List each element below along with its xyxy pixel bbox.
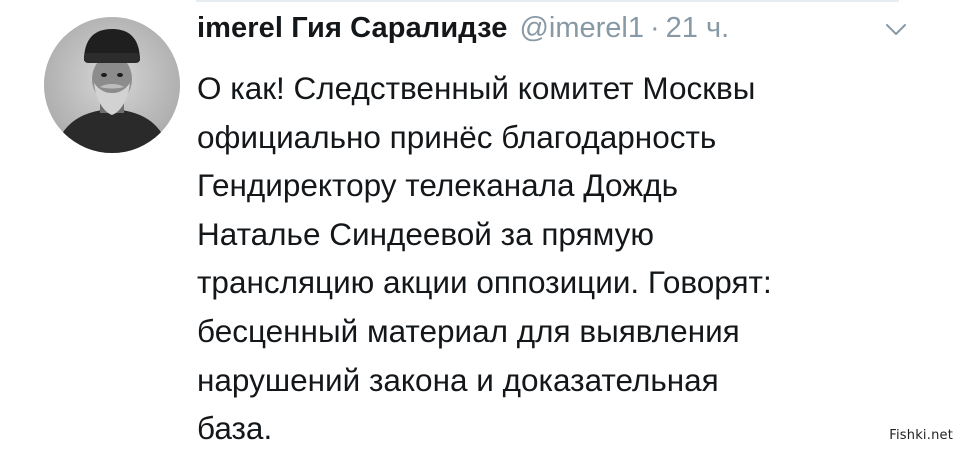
tweet-card: imerel Гия Саралидзе @imerel1 · 21 ч. О … [0, 0, 959, 449]
top-divider [196, 0, 899, 2]
tweet-text: О как! Следственный комитет Москвы офици… [197, 70, 772, 447]
avatar[interactable] [44, 17, 180, 153]
author-handle[interactable]: @imerel1 [519, 12, 644, 45]
watermark: Fishki.net [889, 428, 953, 443]
chevron-down-icon[interactable] [885, 22, 907, 38]
header-separator: · [650, 12, 660, 44]
tweet-timestamp[interactable]: 21 ч. [666, 12, 729, 45]
avatar-portrait-image [44, 17, 180, 153]
tweet-header: imerel Гия Саралидзе @imerel1 · 21 ч. [197, 12, 919, 56]
author-display-name[interactable]: imerel Гия Саралидзе [197, 12, 507, 45]
